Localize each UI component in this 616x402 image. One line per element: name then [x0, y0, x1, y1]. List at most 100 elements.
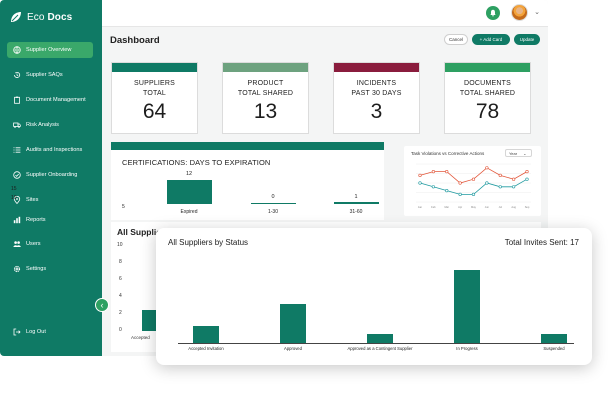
- sidebar-item-supplier-overview[interactable]: Supplier Overview: [7, 42, 93, 58]
- stat-card-incidents[interactable]: INCIDENTS PAST 30 DAYS 3: [333, 62, 420, 134]
- stat-value: 3: [370, 100, 383, 123]
- gear-icon: [12, 265, 21, 274]
- sidebar-item-audits[interactable]: Audits and Inspections: [7, 142, 93, 158]
- sidebar-item-supplier-onboarding[interactable]: Supplier Onboarding: [7, 167, 93, 183]
- user-avatar[interactable]: [511, 4, 528, 21]
- sidebar-item-label: Reports: [26, 217, 46, 223]
- all-suppliers-by-status-card: All Suppliers by Status Total Invites Se…: [156, 228, 592, 365]
- bar-data-label: 1: [354, 194, 358, 200]
- series-point: [498, 173, 502, 178]
- x-tick: 1-30: [267, 209, 278, 215]
- stat-color-bar: [223, 63, 308, 72]
- status-bar[interactable]: [280, 304, 306, 343]
- status-bar[interactable]: [193, 326, 219, 343]
- cancel-button[interactable]: Cancel: [444, 34, 468, 45]
- sidebar-item-reports[interactable]: Reports: [7, 212, 93, 228]
- onboarding-icon: [12, 171, 21, 180]
- y-tick: 2: [119, 310, 122, 316]
- sidebar-item-label: Supplier Overview: [26, 47, 72, 53]
- series-point: [512, 185, 516, 189]
- x-tick: Sep: [525, 205, 530, 209]
- series-point: [458, 192, 462, 197]
- status-bar[interactable]: [541, 334, 567, 343]
- sidebar-item-settings[interactable]: Settings: [7, 261, 93, 277]
- y-tick: 0: [119, 327, 122, 333]
- card-color-bar: [111, 142, 384, 150]
- logo[interactable]: Eco Docs: [9, 10, 72, 24]
- stat-card-suppliers[interactable]: SUPPLIERS TOTAL 64: [111, 62, 198, 134]
- bar-expired: [167, 180, 212, 204]
- total-invites-label: Total Invites Sent: 17: [504, 238, 579, 247]
- chevron-down-icon[interactable]: ⌄: [534, 8, 540, 16]
- top-bar: ⌄: [102, 0, 548, 27]
- x-tick: Feb: [431, 205, 436, 209]
- sidebar-item-label: Supplier SAQs: [26, 72, 63, 78]
- status-bar[interactable]: [454, 270, 480, 343]
- truck-icon: [12, 121, 21, 130]
- stat-color-bar: [112, 63, 197, 72]
- page-title: Dashboard: [110, 35, 160, 46]
- sidebar-item-document-management[interactable]: Document Management: [7, 92, 93, 108]
- sidebar-item-risk-analysis[interactable]: Risk Analysis: [7, 117, 93, 133]
- sidebar-item-sites[interactable]: Sites: [7, 192, 93, 208]
- series-point: [418, 181, 422, 185]
- stat-card-documents[interactable]: DOCUMENTS TOTAL SHARED 78: [444, 62, 531, 134]
- x-tick: Accepted: [131, 335, 150, 340]
- x-tick: Apr: [458, 205, 462, 209]
- sidebar-item-label: Sites: [26, 197, 39, 203]
- y-tick: 15: [11, 186, 17, 192]
- bar-data-label: 12: [185, 171, 193, 177]
- collapse-sidebar-button[interactable]: ‹: [95, 298, 109, 312]
- update-button[interactable]: Update: [514, 34, 540, 45]
- stat-card-products[interactable]: PRODUCT TOTAL SHARED 13: [222, 62, 309, 134]
- x-tick: Suspended: [543, 346, 565, 351]
- x-tick: 31-60: [349, 209, 363, 215]
- series-point: [525, 170, 529, 174]
- series-point: [471, 192, 476, 197]
- history-icon: [12, 71, 21, 80]
- bell-icon: [490, 9, 496, 17]
- task-violations-card: Task Violations vs Corrective Actions Ye…: [404, 146, 541, 216]
- brand-name: Eco Docs: [27, 11, 73, 23]
- series-point: [498, 185, 502, 189]
- y-tick: 8: [119, 259, 122, 265]
- x-tick: Approved as a Contingent Supplier: [347, 346, 413, 351]
- add-card-button[interactable]: + Add Card: [472, 34, 510, 45]
- stat-label: SUPPLIERS TOTAL: [133, 80, 176, 97]
- bar-data-label: 0: [271, 194, 275, 200]
- leaf-logo-icon: [11, 12, 21, 22]
- logout-button[interactable]: Log Out: [7, 324, 93, 340]
- sidebar-item-label: Audits and Inspections: [26, 147, 83, 153]
- series-point: [512, 177, 516, 181]
- sidebar-item-supplier-saqs[interactable]: Supplier SAQs: [7, 67, 93, 83]
- sidebar: Eco Docs Supplier Overview Supplier SAQs…: [0, 0, 102, 356]
- x-tick: Accepted Invitation: [188, 346, 224, 351]
- stat-value: 64: [142, 100, 167, 123]
- stat-color-bar: [445, 63, 530, 72]
- y-tick: 4: [119, 293, 122, 299]
- x-tick: May: [471, 205, 477, 209]
- series-point: [525, 177, 529, 181]
- bar-1-30: [251, 203, 296, 204]
- sidebar-item-label: Users: [26, 241, 41, 247]
- logout-icon: [12, 328, 21, 337]
- series-point: [445, 188, 449, 193]
- sidebar-item-users[interactable]: Users: [7, 236, 93, 252]
- x-tick: Mar: [445, 205, 450, 209]
- x-tick: Aug: [511, 205, 516, 209]
- sidebar-item-label: Supplier Onboarding: [26, 172, 78, 178]
- series-point: [445, 170, 449, 174]
- bar-accepted-bg: [142, 310, 156, 331]
- status-bar[interactable]: [367, 334, 393, 343]
- sidebar-item-label: Risk Analysis: [26, 122, 59, 128]
- notification-bell-button[interactable]: [486, 6, 500, 20]
- series-point: [471, 177, 476, 181]
- x-tick: Expired: [180, 209, 198, 215]
- series-point: [418, 173, 422, 178]
- stat-label: DOCUMENTS TOTAL SHARED: [459, 80, 516, 97]
- stat-value: 13: [253, 100, 278, 123]
- list-icon: [12, 146, 21, 155]
- series-point: [431, 185, 435, 189]
- x-tick: Approved: [284, 346, 302, 351]
- certifications-title: CERTIFICATIONS: DAYS TO EXPIRATION: [122, 158, 271, 167]
